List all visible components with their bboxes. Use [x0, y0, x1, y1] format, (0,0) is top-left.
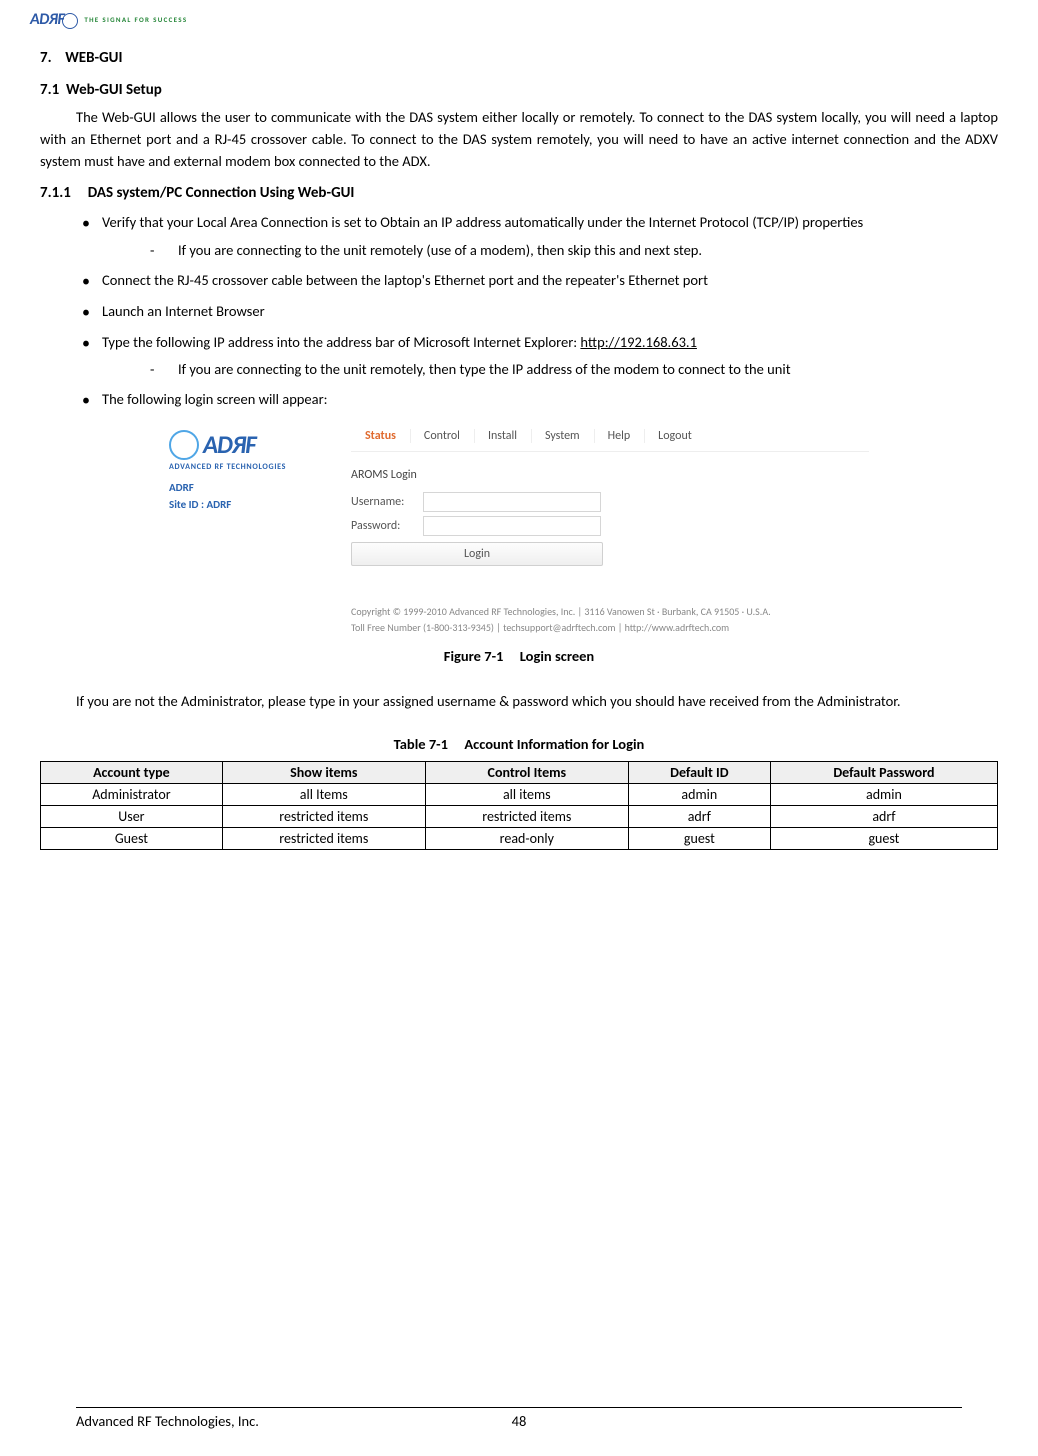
password-label: Password: [351, 519, 423, 533]
login-meta: ADRF Site ID : ADRF [169, 480, 333, 513]
table-row: User restricted items restricted items a… [41, 805, 998, 827]
th-show-items: Show items [222, 761, 425, 783]
login-form-title: AROMS Login [351, 468, 869, 482]
list-item: Verify that your Local Area Connection i… [102, 212, 998, 261]
account-table: Account type Show items Control Items De… [40, 761, 998, 850]
section-7-1-heading: 7.1 Web-GUI Setup [40, 81, 998, 99]
table-caption: Table 7-1 Account Information for Login [40, 735, 998, 753]
footer-page-number: 48 [512, 1412, 527, 1430]
login-copyright: Copyright © 1999-2010 Advanced RF Techno… [351, 604, 869, 635]
username-input[interactable] [423, 492, 601, 512]
section-7-1-1-heading: 7.1.1 DAS system/PC Connection Using Web… [40, 184, 998, 202]
table-row: Guest restricted items read-only guest g… [41, 827, 998, 849]
logo-swirl-icon [169, 430, 199, 460]
header-logo: ADЯF THE SIGNAL FOR SUCCESS [30, 10, 1008, 29]
table-header-row: Account type Show items Control Items De… [41, 761, 998, 783]
tab-help[interactable]: Help [594, 423, 645, 451]
list-item: The following login screen will appear: [102, 389, 998, 411]
tab-status[interactable]: Status [351, 423, 410, 451]
login-button[interactable]: Login [351, 542, 603, 566]
ip-url-text: http://192.168.63.1 [580, 333, 697, 351]
password-input[interactable] [423, 516, 601, 536]
list-item: If you are connecting to the unit remote… [178, 359, 998, 380]
th-default-pw: Default Password [770, 761, 997, 783]
page-footer: Advanced RF Technologies, Inc. 48 [76, 1407, 962, 1430]
th-control-items: Control Items [425, 761, 628, 783]
login-logo: ADЯF [169, 429, 333, 460]
login-logo-subtext: ADVANCED RF TECHNOLOGIES [169, 462, 333, 472]
list-item: Connect the RJ-45 crossover cable betwee… [102, 270, 998, 292]
table-row: Administrator all Items all items admin … [41, 783, 998, 805]
logo-text: ADЯF [30, 10, 78, 29]
login-tabs: Status Control Install System Help Logou… [351, 423, 869, 452]
logo-tagline: THE SIGNAL FOR SUCCESS [84, 15, 187, 24]
username-label: Username: [351, 495, 423, 509]
list-item: Launch an Internet Browser [102, 301, 998, 323]
section-7-heading: 7. WEB-GUI [40, 49, 998, 67]
tab-control[interactable]: Control [410, 423, 474, 451]
tab-logout[interactable]: Logout [644, 423, 706, 451]
th-default-id: Default ID [628, 761, 770, 783]
list-item: Type the following IP address into the a… [102, 332, 998, 381]
list-item: If you are connecting to the unit remote… [178, 240, 998, 261]
post-figure-paragraph: If you are not the Administrator, please… [40, 691, 998, 713]
instruction-list: Verify that your Local Area Connection i… [40, 212, 998, 411]
login-screenshot: ADЯF ADVANCED RF TECHNOLOGIES ADRF Site … [169, 423, 869, 635]
intro-paragraph: The Web-GUI allows the user to communica… [40, 107, 998, 172]
tab-install[interactable]: Install [474, 423, 531, 451]
tab-system[interactable]: System [531, 423, 594, 451]
th-account-type: Account type [41, 761, 223, 783]
figure-caption: Figure 7-1 Login screen [40, 647, 998, 665]
